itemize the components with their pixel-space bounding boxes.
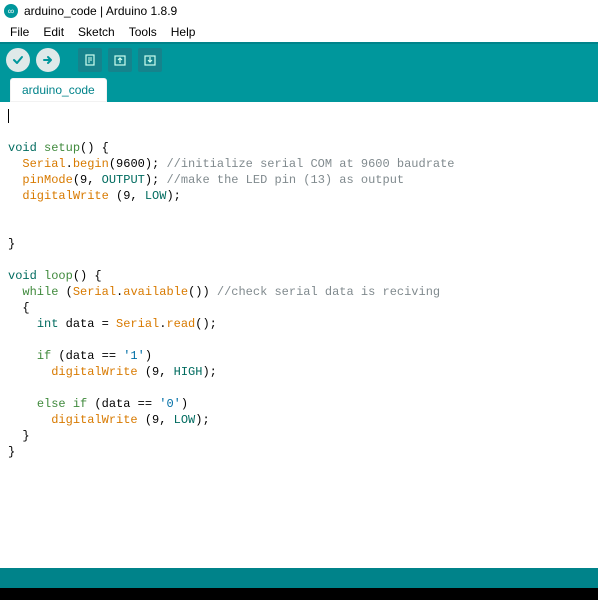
- menu-sketch[interactable]: Sketch: [72, 24, 121, 40]
- code-token: [8, 157, 22, 171]
- menu-help[interactable]: Help: [165, 24, 202, 40]
- menu-file[interactable]: File: [4, 24, 35, 40]
- code-token: (9,: [138, 413, 174, 427]
- code-token: available: [123, 285, 188, 299]
- code-token: digitalWrite: [51, 365, 137, 379]
- code-token: ): [145, 349, 152, 363]
- code-token: [37, 269, 44, 283]
- text-cursor: [8, 109, 9, 123]
- tab-label: arduino_code: [22, 83, 95, 97]
- code-token: setup: [44, 141, 80, 155]
- open-sketch-button[interactable]: [108, 48, 132, 72]
- code-token: () {: [80, 141, 109, 155]
- console-area[interactable]: [0, 588, 598, 600]
- menu-edit[interactable]: Edit: [37, 24, 70, 40]
- code-token: ()): [188, 285, 217, 299]
- code-token: [8, 413, 51, 427]
- code-token: );: [195, 413, 209, 427]
- arrow-up-icon: [113, 53, 127, 67]
- code-token: read: [166, 317, 195, 331]
- code-token: }: [8, 445, 15, 459]
- menu-tools[interactable]: Tools: [123, 24, 163, 40]
- code-token: );: [166, 189, 180, 203]
- verify-button[interactable]: [6, 48, 30, 72]
- code-token: }: [8, 237, 15, 251]
- code-token: else: [37, 397, 66, 411]
- code-token: (9600);: [109, 157, 167, 171]
- arrow-right-icon: [41, 53, 55, 67]
- code-token: (data ==: [51, 349, 123, 363]
- new-sketch-button[interactable]: [78, 48, 102, 72]
- code-token: .: [66, 157, 73, 171]
- tab-sketch[interactable]: arduino_code: [10, 78, 107, 102]
- code-token: data =: [58, 317, 116, 331]
- code-token: (data ==: [87, 397, 159, 411]
- status-bar: [0, 568, 598, 588]
- code-token: LOW: [174, 413, 196, 427]
- toolbar: [0, 42, 598, 76]
- code-token: ();: [195, 317, 217, 331]
- code-token: if: [73, 397, 87, 411]
- arrow-down-icon: [143, 53, 157, 67]
- code-token: '0': [159, 397, 181, 411]
- code-token: () {: [73, 269, 102, 283]
- code-token: //make the LED pin (13) as output: [166, 173, 404, 187]
- code-token: begin: [73, 157, 109, 171]
- titlebar: arduino_code | Arduino 1.8.9: [0, 0, 598, 22]
- code-token: [8, 349, 37, 363]
- code-token: digitalWrite: [22, 189, 108, 203]
- code-token: [8, 285, 22, 299]
- upload-button[interactable]: [36, 48, 60, 72]
- code-token: Serial: [73, 285, 116, 299]
- check-icon: [11, 53, 25, 67]
- code-token: [8, 173, 22, 187]
- code-token: {: [8, 301, 30, 315]
- code-token: loop: [44, 269, 73, 283]
- code-token: );: [202, 365, 216, 379]
- code-token: //check serial data is reciving: [217, 285, 440, 299]
- code-token: (: [58, 285, 72, 299]
- code-token: (9,: [138, 365, 174, 379]
- code-editor[interactable]: void setup() { Serial.begin(9600); //ini…: [0, 102, 598, 568]
- code-token: [8, 189, 22, 203]
- code-token: '1': [123, 349, 145, 363]
- tabbar: arduino_code: [0, 76, 598, 102]
- window-title: arduino_code | Arduino 1.8.9: [24, 4, 177, 18]
- code-token: [66, 397, 73, 411]
- code-token: (9,: [109, 189, 145, 203]
- code-token: HIGH: [174, 365, 203, 379]
- code-token: while: [22, 285, 58, 299]
- code-token: LOW: [145, 189, 167, 203]
- code-token: ): [181, 397, 188, 411]
- code-token: if: [37, 349, 51, 363]
- code-token: Serial: [22, 157, 65, 171]
- code-token: void: [8, 141, 37, 155]
- code-token: OUTPUT: [102, 173, 145, 187]
- code-token: (9,: [73, 173, 102, 187]
- code-token: //initialize serial COM at 9600 baudrate: [166, 157, 454, 171]
- menubar: File Edit Sketch Tools Help: [0, 22, 598, 42]
- code-token: );: [145, 173, 167, 187]
- code-token: Serial: [116, 317, 159, 331]
- code-token: [8, 365, 51, 379]
- code-token: digitalWrite: [51, 413, 137, 427]
- arduino-logo-icon: [4, 4, 18, 18]
- code-token: [8, 317, 37, 331]
- save-sketch-button[interactable]: [138, 48, 162, 72]
- file-icon: [83, 53, 97, 67]
- code-token: [8, 397, 37, 411]
- code-token: pinMode: [22, 173, 72, 187]
- code-token: int: [37, 317, 59, 331]
- code-token: [37, 141, 44, 155]
- code-token: }: [8, 429, 30, 443]
- code-token: void: [8, 269, 37, 283]
